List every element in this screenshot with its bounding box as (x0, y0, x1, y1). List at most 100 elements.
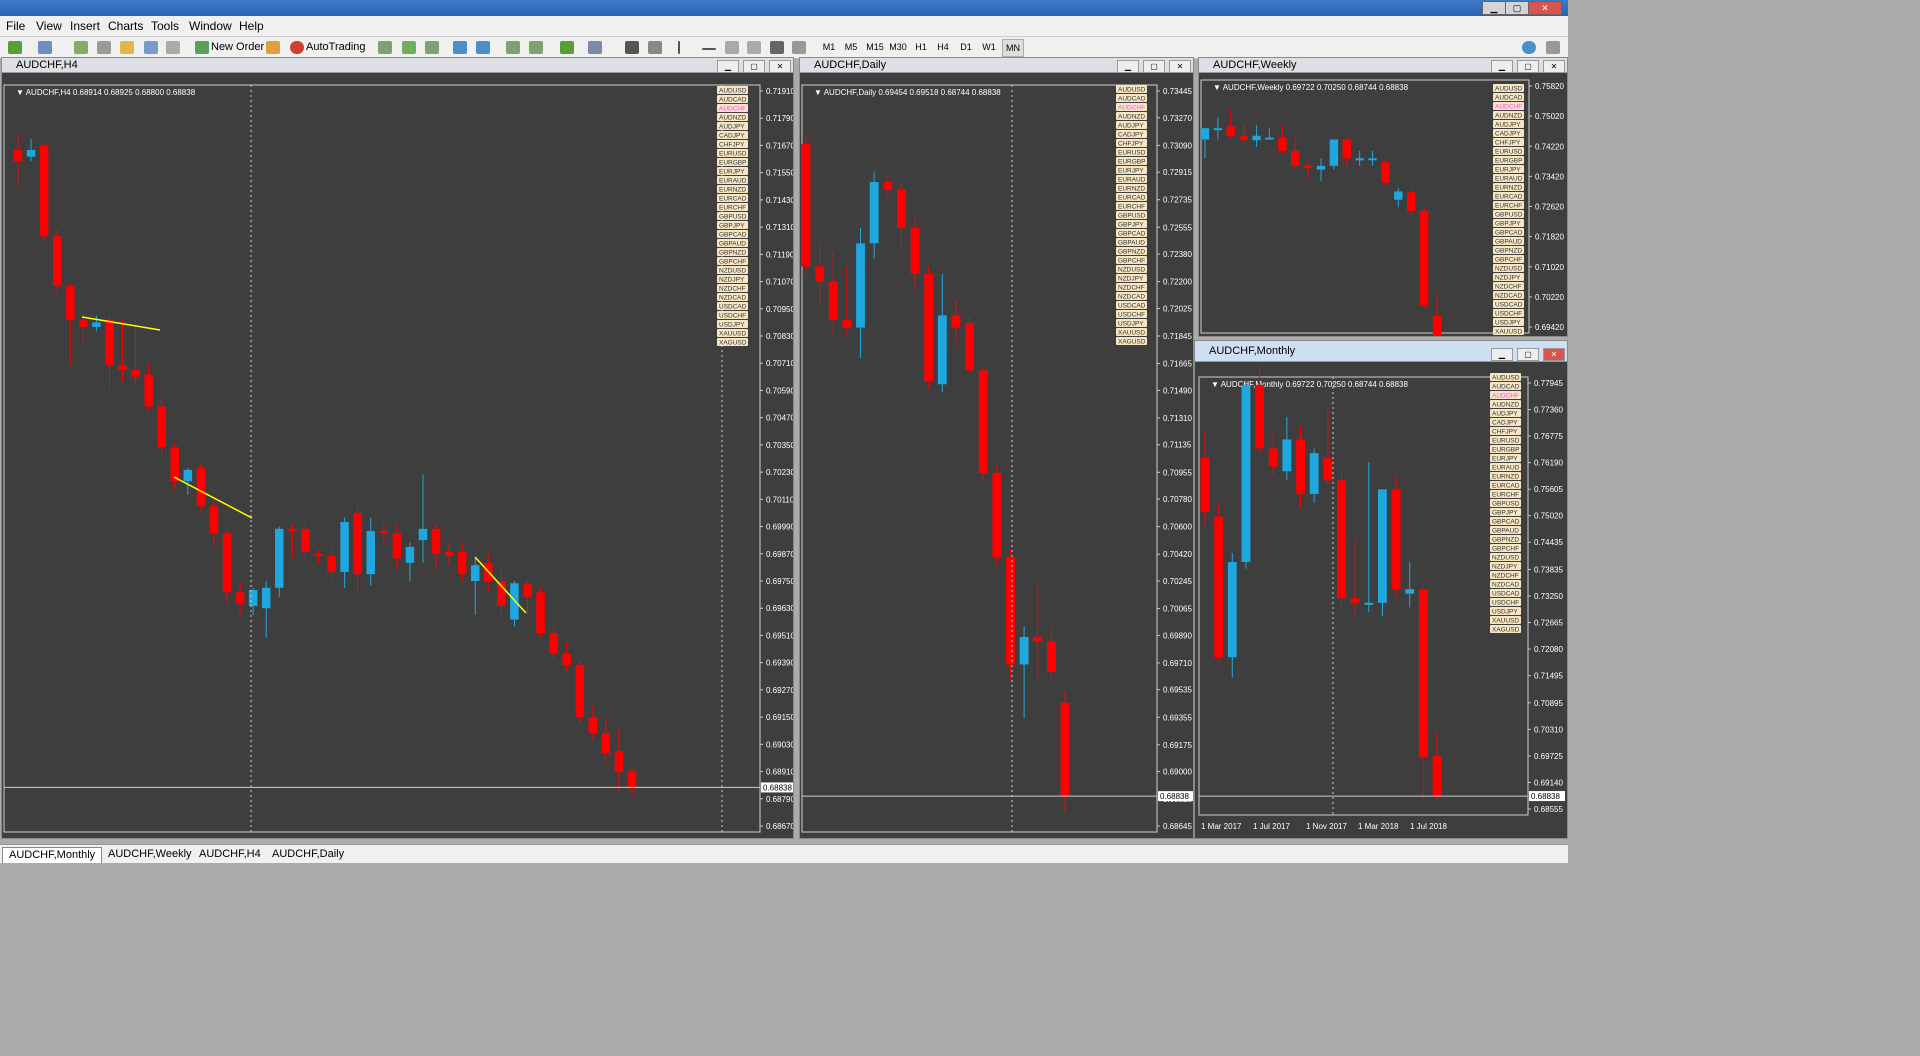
indicators-icon[interactable] (560, 41, 574, 54)
trendline-icon[interactable] (725, 41, 739, 54)
menu-view[interactable]: View (36, 19, 62, 33)
symbol-label: AUDNZD (1495, 113, 1522, 120)
symbol-label: EURNZD (1492, 474, 1519, 481)
candle-body (1060, 702, 1070, 797)
symbol-label: AUDUSD (719, 88, 747, 95)
crosshair-icon[interactable] (648, 41, 662, 54)
close-button[interactable]: ✕ (769, 60, 791, 73)
terminal-icon[interactable] (144, 41, 158, 54)
market-watch-icon[interactable] (74, 41, 88, 54)
zoom-in-icon[interactable] (453, 41, 467, 54)
chart-window-h4[interactable]: AUDCHF,H4 ▁ ▢ ✕ ▼ AUDCHF,H4 0.68914 0.6892… (1, 57, 794, 839)
chart-canvas-monthly[interactable]: ▼ AUDCHF,Monthly 0.69722 0.70250 0.68744… (1195, 362, 1567, 838)
y-tick-label: 0.71550 (766, 169, 793, 178)
channel-icon[interactable] (747, 41, 761, 54)
vertical-line-icon[interactable] (678, 41, 680, 54)
tf-h4[interactable]: H4 (933, 39, 953, 55)
menu-window[interactable]: Window (189, 19, 232, 33)
menu-charts[interactable]: Charts (108, 19, 143, 33)
symbol-label: GBPUSD (1495, 212, 1523, 219)
minimize-button[interactable]: ▁ (1491, 348, 1513, 361)
profiles-icon[interactable] (38, 41, 52, 54)
candle-body (275, 528, 284, 588)
symbol-label: USDCHF (1118, 312, 1145, 319)
candle-body (588, 717, 598, 733)
maximize-button[interactable]: ▢ (1517, 60, 1539, 73)
y-tick-label: 0.69535 (1163, 686, 1192, 695)
candlestick-icon[interactable] (402, 41, 416, 54)
chart-canvas-daily[interactable]: ▼ AUDCHF,Daily 0.69454 0.69518 0.68744 0… (800, 73, 1193, 838)
auto-scroll-icon[interactable] (506, 41, 520, 54)
menu-help[interactable]: Help (239, 19, 264, 33)
autotrading-button[interactable]: AutoTrading (306, 40, 366, 55)
tf-w1[interactable]: W1 (979, 39, 999, 55)
community-icon[interactable] (1546, 41, 1560, 54)
strategy-tester-icon[interactable] (166, 41, 180, 54)
maximize-app-button[interactable]: ▢ (1505, 1, 1529, 15)
new-order-icon[interactable] (195, 41, 209, 54)
minimize-button[interactable]: ▁ (1117, 60, 1139, 73)
close-button[interactable]: ✕ (1543, 348, 1565, 361)
close-button[interactable]: ✕ (1169, 60, 1191, 73)
chart-window-weekly[interactable]: AUDCHF,Weekly ▁ ▢ ✕ ▼ AUDCHF,Weekly 0.6972… (1198, 57, 1568, 337)
tf-m15[interactable]: M15 (864, 39, 886, 55)
tf-m30[interactable]: M30 (887, 39, 909, 55)
chart-canvas-h4[interactable]: ▼ AUDCHF,H4 0.68914 0.68925 0.68800 0.68… (2, 73, 793, 838)
candle-body (26, 149, 36, 157)
maximize-button[interactable]: ▢ (743, 60, 765, 73)
plot-frame (3, 84, 761, 833)
tf-mn[interactable]: MN (1002, 39, 1024, 57)
new-chart-icon[interactable] (8, 41, 22, 54)
y-tick-label: 0.74220 (1535, 142, 1564, 151)
y-tick-label: 0.69750 (766, 577, 793, 586)
tf-h1[interactable]: H1 (911, 39, 931, 55)
line-chart-icon[interactable] (425, 41, 439, 54)
tab-h4[interactable]: AUDCHF,H4 (193, 847, 267, 862)
bar-chart-icon[interactable] (378, 41, 392, 54)
autotrading-icon[interactable] (290, 41, 304, 54)
fibonacci-icon[interactable] (792, 41, 806, 54)
chart-window-monthly[interactable]: AUDCHF,Monthly ▁ ▢ ✕ ▼ AUDCHF,Monthly 0.69… (1194, 340, 1568, 839)
chart-canvas-weekly[interactable]: ▼ AUDCHF,Weekly 0.69722 0.70250 0.68744 … (1199, 73, 1567, 336)
minimize-app-button[interactable]: ▁ (1482, 1, 1506, 15)
symbol-label: EURUSD (1492, 438, 1520, 445)
tab-weekly[interactable]: AUDCHF,Weekly (102, 847, 198, 862)
maximize-button[interactable]: ▢ (1143, 60, 1165, 73)
menu-insert[interactable]: Insert (70, 19, 100, 33)
maximize-button[interactable]: ▢ (1517, 348, 1539, 361)
tab-daily[interactable]: AUDCHF,Daily (266, 847, 350, 862)
horizontal-line-icon[interactable] (702, 48, 716, 50)
metaeditor-icon[interactable] (266, 41, 280, 54)
candle-body (801, 143, 811, 267)
zoom-out-icon[interactable] (476, 41, 490, 54)
close-button[interactable]: ✕ (1543, 60, 1565, 73)
menu-file[interactable]: File (6, 19, 25, 33)
minimize-button[interactable]: ▁ (1491, 60, 1513, 73)
new-order-button[interactable]: New Order (211, 40, 264, 55)
symbol-label: EURCHF (1495, 203, 1522, 210)
templates-icon[interactable] (588, 41, 602, 54)
chart-shift-icon[interactable] (529, 41, 543, 54)
search-icon[interactable] (1522, 41, 1536, 54)
symbol-label: USDCAD (1118, 303, 1146, 310)
y-tick-label: 0.77360 (1534, 406, 1563, 415)
symbol-label: NZDCAD (1118, 294, 1145, 301)
candle-body (170, 447, 180, 482)
rectangle-icon[interactable] (770, 41, 784, 54)
candle-body (222, 533, 232, 593)
symbol-label: AUDCHF (1118, 105, 1145, 112)
tab-monthly[interactable]: AUDCHF,Monthly (2, 847, 103, 863)
tf-d1[interactable]: D1 (956, 39, 976, 55)
tf-m5[interactable]: M5 (841, 39, 861, 55)
favorites-icon[interactable] (120, 41, 134, 54)
close-app-button[interactable]: ✕ (1528, 1, 1562, 15)
cursor-icon[interactable] (625, 41, 639, 54)
candle-body (1323, 457, 1333, 481)
menu-tools[interactable]: Tools (151, 19, 179, 33)
chart-window-daily[interactable]: AUDCHF,Daily ▁ ▢ ✕ ▼ AUDCHF,Daily 0.69454 … (799, 57, 1194, 839)
symbol-label: GBPCAD (719, 232, 747, 239)
y-tick-label: 0.70710 (766, 359, 793, 368)
minimize-button[interactable]: ▁ (717, 60, 739, 73)
navigator-icon[interactable] (97, 41, 111, 54)
tf-m1[interactable]: M1 (819, 39, 839, 55)
